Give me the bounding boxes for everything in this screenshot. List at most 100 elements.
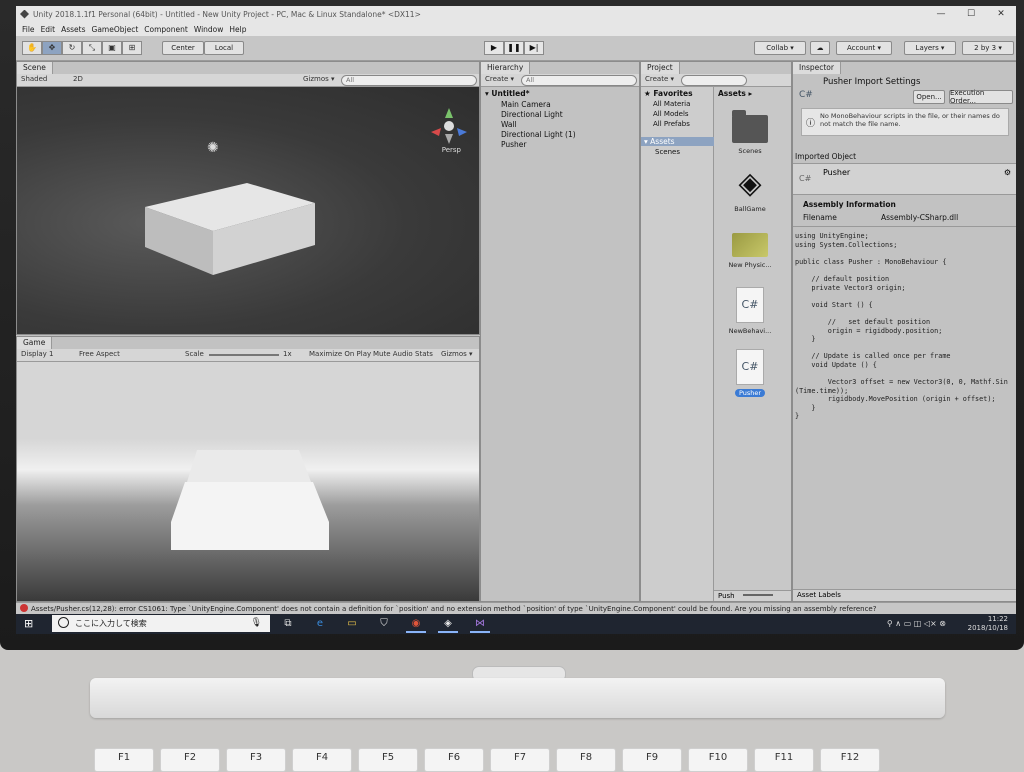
display-dropdown[interactable]: Display 1 xyxy=(21,350,53,359)
project-search-input[interactable] xyxy=(681,75,747,86)
directional-light-icon[interactable]: ✺ xyxy=(207,140,219,156)
cloud-icon[interactable]: ☁ xyxy=(810,41,830,55)
hierarchy-item[interactable]: Directional Light xyxy=(501,110,563,119)
account-dropdown[interactable]: Account ▾ xyxy=(836,41,892,55)
chrome-icon[interactable]: ◉ xyxy=(406,617,426,633)
key-f11[interactable]: F11 xyxy=(754,748,814,772)
key-f3[interactable]: F3 xyxy=(226,748,286,772)
collab-button[interactable]: Collab ▾ xyxy=(754,41,806,55)
close-button[interactable]: ✕ xyxy=(986,6,1016,22)
hierarchy-create-button[interactable]: Create ▾ xyxy=(485,75,514,84)
menu-component[interactable]: Component xyxy=(144,25,188,34)
key-f2[interactable]: F2 xyxy=(160,748,220,772)
local-space-button[interactable]: Local xyxy=(204,41,244,55)
scene-search-input[interactable]: All xyxy=(341,75,477,86)
project-footer: Push xyxy=(714,590,791,601)
tab-game[interactable]: Game xyxy=(17,337,53,349)
folder-item[interactable]: Scenes xyxy=(655,148,680,156)
menu-gameobject[interactable]: GameObject xyxy=(92,25,139,34)
menu-assets[interactable]: Assets xyxy=(61,25,85,34)
key-f1[interactable]: F1 xyxy=(94,748,154,772)
rotate-tool-icon[interactable]: ↻ xyxy=(62,41,82,55)
layers-dropdown[interactable]: Layers ▾ xyxy=(904,41,956,55)
system-tray[interactable]: ⚲ ∧ ▭ ◫ ◁× ⊗ 11:22 2018/10/18 xyxy=(887,615,1008,633)
favorites-section[interactable]: ★ Favorites xyxy=(644,89,693,98)
step-icon[interactable]: ▶| xyxy=(524,41,544,55)
task-view-icon[interactable]: ⧉ xyxy=(278,617,298,631)
layout-dropdown[interactable]: 2 by 3 ▾ xyxy=(962,41,1014,55)
key-f7[interactable]: F7 xyxy=(490,748,550,772)
scene-objects xyxy=(145,183,315,275)
hierarchy-item[interactable]: Pusher xyxy=(501,140,527,149)
pause-icon[interactable]: ❚❚ xyxy=(504,41,524,55)
scale-tool-icon[interactable]: ⤡ xyxy=(82,41,102,55)
tab-scene[interactable]: Scene xyxy=(17,62,53,74)
scene-orientation-gizmo-icon[interactable] xyxy=(427,104,471,148)
edge-browser-icon[interactable]: e xyxy=(310,617,330,631)
persp-label[interactable]: Persp xyxy=(442,146,461,154)
game-gizmos-dropdown[interactable]: Gizmos ▾ xyxy=(441,350,473,359)
favorite-item[interactable]: All Prefabs xyxy=(653,120,690,128)
key-f12[interactable]: F12 xyxy=(820,748,880,772)
maximize-button[interactable]: ☐ xyxy=(956,6,986,22)
rect-tool-icon[interactable]: ▣ xyxy=(102,41,122,55)
key-f5[interactable]: F5 xyxy=(358,748,418,772)
store-icon[interactable]: ⛉ xyxy=(374,617,394,631)
tab-project[interactable]: Project xyxy=(641,62,680,74)
play-icon[interactable]: ▶ xyxy=(484,41,504,55)
aspect-dropdown[interactable]: Free Aspect xyxy=(79,350,120,359)
favorite-item[interactable]: All Materia xyxy=(653,100,690,108)
tab-inspector[interactable]: Inspector xyxy=(793,62,841,74)
stats-toggle[interactable]: Stats xyxy=(415,350,433,359)
scale-slider[interactable] xyxy=(209,354,279,356)
project-breadcrumb[interactable]: Assets ▸ xyxy=(718,89,752,98)
microphone-icon[interactable]: 🎙 xyxy=(251,615,262,632)
minimize-button[interactable]: — xyxy=(926,6,956,22)
asset-tile[interactable]: ◈ BallGame xyxy=(724,167,776,214)
menu-edit[interactable]: Edit xyxy=(41,25,56,34)
menu-file[interactable]: File xyxy=(22,25,35,34)
menu-window[interactable]: Window xyxy=(194,25,224,34)
key-f9[interactable]: F9 xyxy=(622,748,682,772)
favorite-item[interactable]: All Models xyxy=(653,110,689,118)
mute-audio-toggle[interactable]: Mute Audio xyxy=(373,350,413,359)
maximize-on-play-toggle[interactable]: Maximize On Play xyxy=(309,350,371,359)
assets-folder[interactable]: ▾ Assets xyxy=(641,137,716,146)
move-tool-icon[interactable]: ✥ xyxy=(42,41,62,55)
key-f4[interactable]: F4 xyxy=(292,748,352,772)
file-explorer-icon[interactable]: ▭ xyxy=(342,617,362,631)
settings-gear-icon[interactable]: ⚙ xyxy=(1004,168,1011,177)
asset-labels-bar[interactable]: Asset Labels xyxy=(793,589,1016,601)
asset-tile[interactable]: C# Pusher xyxy=(724,349,776,397)
tab-hierarchy[interactable]: Hierarchy xyxy=(481,62,531,74)
pivot-center-button[interactable]: Center xyxy=(162,41,204,55)
visual-studio-icon[interactable]: ⋈ xyxy=(470,617,490,633)
transform-tool-icon[interactable]: ⊞ xyxy=(122,41,142,55)
hand-tool-icon[interactable]: ✋ xyxy=(22,41,42,55)
hierarchy-search-input[interactable]: All xyxy=(521,75,637,86)
key-f10[interactable]: F10 xyxy=(688,748,748,772)
scene-root[interactable]: ▾ Untitled* xyxy=(485,89,530,98)
icon-size-slider[interactable] xyxy=(742,594,773,596)
hierarchy-item[interactable]: Directional Light (1) xyxy=(501,130,576,139)
unity-taskbar-icon[interactable]: ◈ xyxy=(438,617,458,633)
open-button[interactable]: Open... xyxy=(913,90,945,104)
asset-tile[interactable]: New Physic... xyxy=(724,233,776,269)
scene-viewport[interactable] xyxy=(17,87,479,334)
hierarchy-item[interactable]: Main Camera xyxy=(501,100,551,109)
project-create-button[interactable]: Create ▾ xyxy=(645,75,674,84)
key-f8[interactable]: F8 xyxy=(556,748,616,772)
game-viewport[interactable] xyxy=(17,362,479,601)
tray-icons: ⚲ ∧ ▭ ◫ ◁× ⊗ xyxy=(886,619,946,628)
scene-gizmos-dropdown[interactable]: Gizmos ▾ xyxy=(303,75,335,84)
hierarchy-item[interactable]: Wall xyxy=(501,120,517,129)
asset-tile[interactable]: Scenes xyxy=(724,110,776,155)
asset-tile[interactable]: C# NewBehavi... xyxy=(724,287,776,335)
mode-2d-toggle[interactable]: 2D xyxy=(73,75,83,84)
key-f6[interactable]: F6 xyxy=(424,748,484,772)
menu-help[interactable]: Help xyxy=(229,25,246,34)
taskbar-search-input[interactable]: ここに入力して検索 🎙 xyxy=(52,615,270,632)
execution-order-button[interactable]: Execution Order... xyxy=(949,89,1013,105)
shading-mode-dropdown[interactable]: Shaded xyxy=(21,75,47,84)
windows-start-icon[interactable]: ⊞ xyxy=(24,618,36,630)
